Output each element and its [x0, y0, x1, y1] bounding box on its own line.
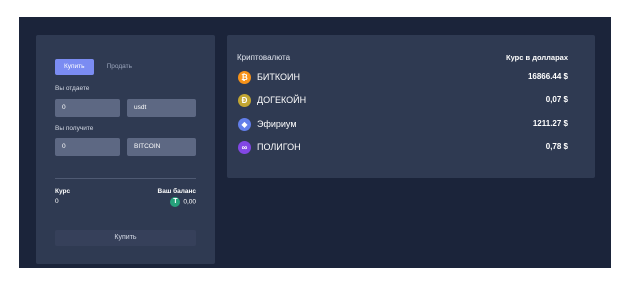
- coin-price: 16866.44 $: [527, 72, 568, 81]
- coin-name: Эфириум: [257, 119, 297, 129]
- bitcoin-icon: ₿: [238, 71, 251, 84]
- header-crypto: Криптовалюта: [237, 53, 291, 62]
- trade-panel: Купить Продать Вы отдаете 0 usdt Вы полу…: [36, 35, 215, 264]
- balance-value: 0,00: [183, 198, 196, 206]
- table-row: Ð ДОГЕКОЙН 0,07 $: [237, 94, 568, 108]
- receive-label: Вы получите: [55, 125, 94, 132]
- table-row: ◆ Эфириум 1211.27 $: [237, 118, 568, 132]
- coin-price: 1211.27 $: [532, 119, 568, 128]
- ethereum-icon: ◆: [238, 118, 251, 131]
- give-label: Вы отдаете: [55, 85, 90, 92]
- table-row: ∞ ПОЛИГОН 0,78 $: [237, 141, 568, 155]
- give-currency-select[interactable]: usdt: [127, 99, 196, 117]
- tab-buy[interactable]: Купить: [55, 59, 94, 75]
- receive-amount-input[interactable]: 0: [55, 138, 120, 156]
- buy-button[interactable]: Купить: [55, 230, 196, 246]
- tab-sell[interactable]: Продать: [98, 59, 141, 75]
- polygon-icon: ∞: [238, 141, 251, 154]
- rates-panel: Криптовалюта Курс в долларах ₿ БИТКОИН 1…: [227, 35, 595, 178]
- coin-name: БИТКОИН: [257, 72, 300, 82]
- balance-label: Ваш баланс: [157, 188, 196, 195]
- tether-icon: T: [170, 197, 181, 207]
- give-amount-input[interactable]: 0: [55, 99, 120, 117]
- coin-name: ДОГЕКОЙН: [257, 95, 307, 105]
- receive-currency-select[interactable]: BITCOIN: [127, 138, 196, 156]
- rate-value: 0: [55, 198, 59, 205]
- divider: [55, 178, 196, 179]
- coin-name: ПОЛИГОН: [257, 142, 301, 152]
- coin-price: 0,07 $: [545, 95, 568, 104]
- header-price: Курс в долларах: [506, 53, 568, 62]
- dogecoin-icon: Ð: [238, 94, 251, 107]
- table-row: ₿ БИТКОИН 16866.44 $: [237, 71, 568, 85]
- rate-label: Курс: [55, 188, 71, 195]
- coin-price: 0,78 $: [545, 142, 568, 151]
- balance-display: T 0,00: [170, 197, 196, 207]
- trade-tabs: Купить Продать: [55, 59, 141, 75]
